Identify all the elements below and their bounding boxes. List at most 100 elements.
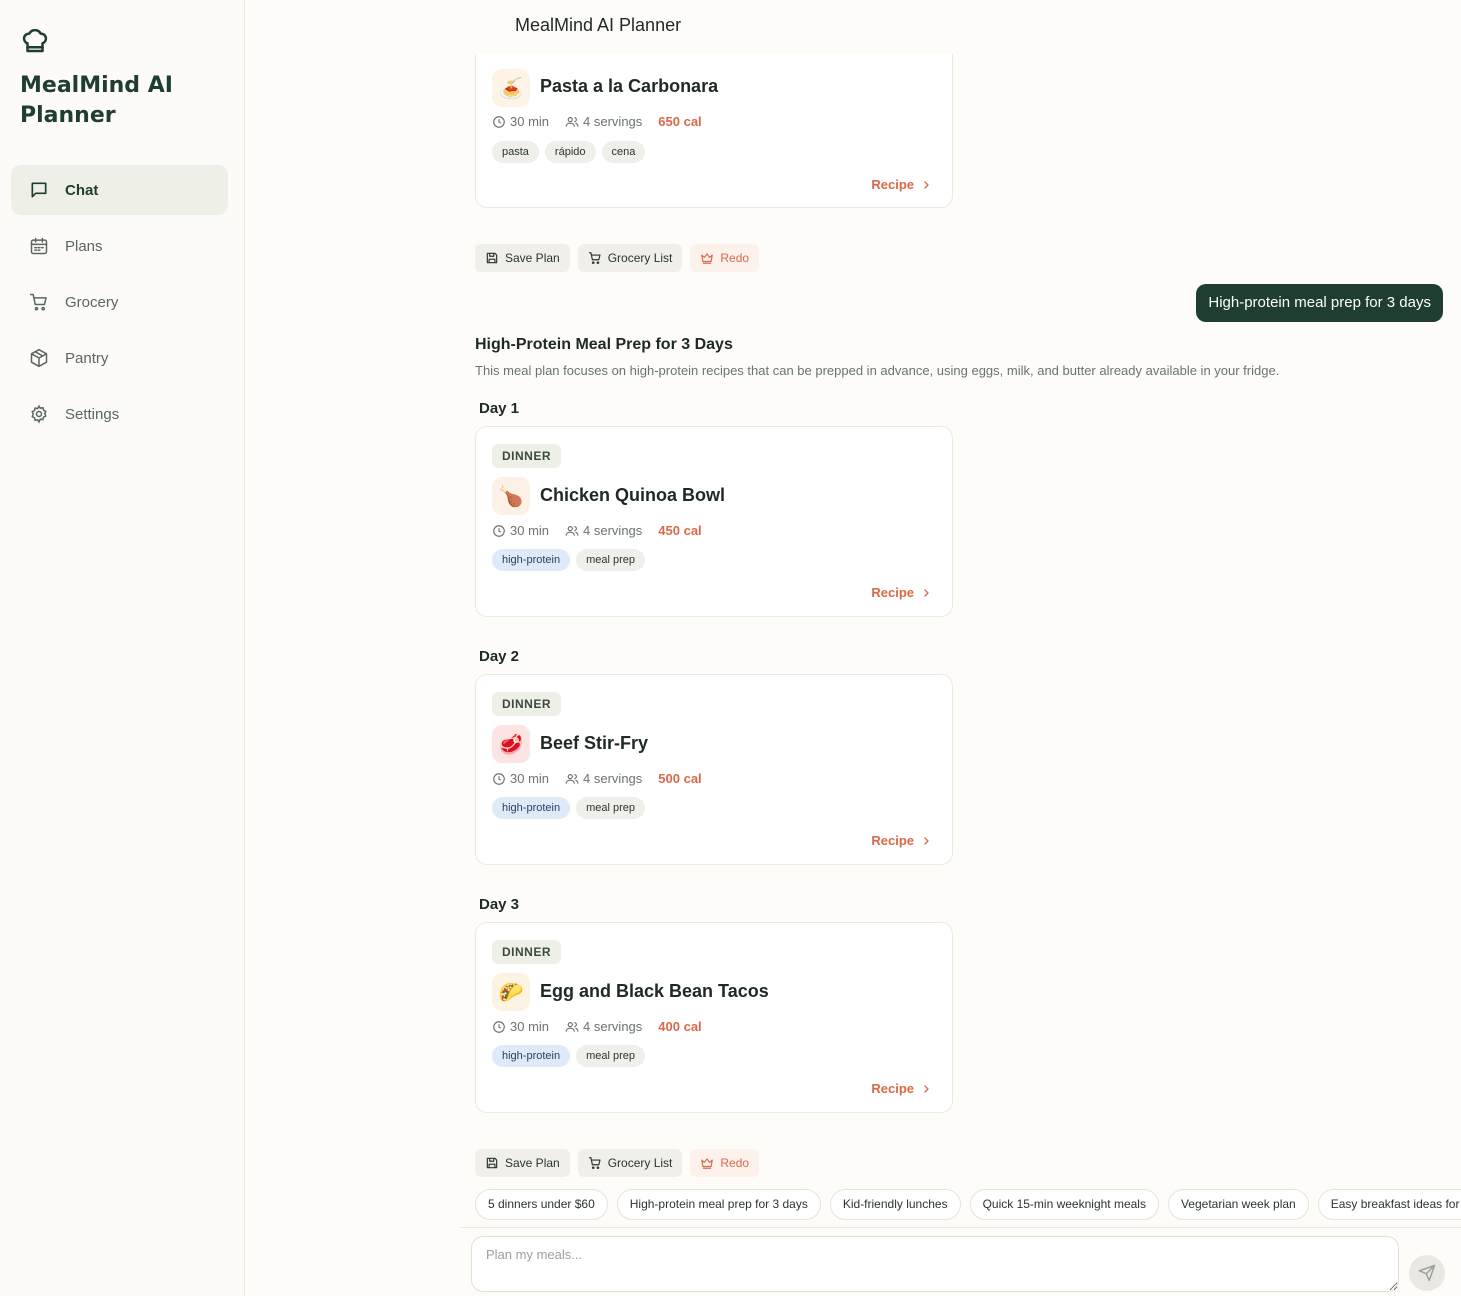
tag: meal prep: [576, 797, 646, 819]
tag: rápido: [544, 141, 596, 163]
divider: [460, 1227, 1461, 1228]
suggestion-chip[interactable]: Vegetarian week plan: [1167, 1189, 1309, 1220]
tag: pasta: [492, 141, 539, 163]
grocery-list-label: Grocery List: [607, 1156, 673, 1170]
users-icon: [565, 773, 579, 784]
save-icon: [486, 1157, 498, 1169]
crown-icon: [701, 1158, 714, 1169]
chef-hat-icon: [22, 28, 48, 53]
cart-icon: [29, 293, 47, 311]
grocery-list-label: Grocery List: [607, 251, 673, 265]
save-icon: [486, 252, 498, 264]
clock-icon: [493, 524, 505, 537]
clock-icon: [493, 1020, 505, 1033]
recipe-link-label: Recipe: [871, 585, 914, 600]
tag: high-protein: [492, 1045, 571, 1067]
recipe-link[interactable]: Recipe: [871, 833, 932, 848]
send-icon: [1418, 1264, 1436, 1282]
gear-icon: [31, 404, 47, 424]
day-label: Day 2: [479, 648, 520, 665]
tag: high-protein: [492, 549, 571, 571]
save-plan-button[interactable]: Save Plan: [475, 244, 570, 272]
meal-servings-value: 4 servings: [583, 114, 643, 129]
meal-calories: 400 cal: [658, 1019, 702, 1034]
redo-button[interactable]: Redo: [690, 244, 760, 272]
recipe-link[interactable]: Recipe: [871, 1081, 932, 1096]
meal-card: DINNER 🍗 Chicken Quinoa Bowl 30 min 4 se…: [475, 426, 953, 617]
meal-servings-value: 4 servings: [583, 1019, 643, 1034]
sidebar-item-plans[interactable]: Plans: [11, 221, 228, 271]
users-icon: [565, 116, 579, 127]
page-title: MealMind AI Planner: [515, 15, 682, 35]
suggestion-chip[interactable]: Quick 15-min weeknight meals: [969, 1189, 1159, 1220]
day-label: Day 1: [479, 400, 520, 417]
tag: meal prep: [576, 549, 646, 571]
crown-icon: [701, 253, 714, 264]
sidebar-item-label: Pantry: [65, 349, 109, 367]
save-plan-button[interactable]: Save Plan: [475, 1149, 570, 1177]
chat-icon: [31, 182, 47, 198]
meal-tags: pasta rápido cena: [492, 141, 651, 163]
grocery-list-button[interactable]: Grocery List: [577, 244, 683, 272]
grocery-list-button[interactable]: Grocery List: [577, 1149, 683, 1177]
meat-icon: 🥩: [492, 725, 530, 763]
meal-time-value: 30 min: [510, 771, 550, 786]
redo-button[interactable]: Redo: [690, 1149, 760, 1177]
meal-card: DINNER 🌮 Egg and Black Bean Tacos 30 min…: [475, 922, 953, 1113]
box-icon: [30, 348, 48, 368]
meal-time: 30 min: [492, 771, 549, 786]
tag: cena: [601, 141, 646, 163]
meal-tags: high-protein meal prep: [492, 1045, 651, 1067]
sidebar-item-settings[interactable]: Settings: [11, 389, 228, 439]
meal-servings: 4 servings: [565, 771, 642, 786]
cart-icon: [588, 1157, 601, 1170]
recipe-link[interactable]: Recipe: [871, 177, 932, 192]
suggestion-chip[interactable]: Kid-friendly lunches: [829, 1189, 961, 1220]
meal-servings: 4 servings: [565, 114, 642, 129]
recipe-link[interactable]: Recipe: [871, 585, 932, 600]
topbar: MealMind AI Planner: [245, 0, 1461, 54]
tag: meal prep: [576, 1045, 646, 1067]
meal-time-value: 30 min: [510, 114, 550, 129]
meal-type-badge: DINNER: [492, 444, 562, 468]
suggestion-chip[interactable]: 5 dinners under $60: [475, 1189, 608, 1220]
plan-description: This meal plan focuses on high-protein r…: [475, 363, 1280, 378]
sidebar-nav: Chat Plans Grocery Pantry Settings: [11, 165, 228, 445]
sidebar-item-grocery[interactable]: Grocery: [11, 277, 228, 327]
meal-title: Beef Stir-Fry: [540, 733, 649, 753]
recipe-link-label: Recipe: [871, 833, 914, 848]
sidebar-item-label: Settings: [65, 405, 120, 423]
suggestion-chips: 5 dinners under $60 High-protein meal pr…: [475, 1189, 1461, 1220]
brand: MealMind AI Planner: [20, 26, 220, 131]
save-plan-label: Save Plan: [505, 1156, 560, 1170]
sidebar-item-chat[interactable]: Chat: [11, 165, 228, 215]
redo-label: Redo: [720, 1156, 750, 1170]
sidebar-item-pantry[interactable]: Pantry: [11, 333, 228, 383]
chevron-right-icon: [924, 1084, 929, 1093]
meal-time: 30 min: [492, 523, 549, 538]
meal-meta: 30 min 4 servings 650 cal: [492, 114, 718, 129]
meal-type-badge: DINNER: [492, 940, 562, 964]
chat-main: 🍝 Pasta a la Carbonara 30 min 4 servings…: [245, 0, 1461, 1296]
user-message: High-protein meal prep for 3 days: [1196, 284, 1443, 322]
meal-meta: 30 min 4 servings 500 cal: [492, 771, 718, 786]
meal-title: Chicken Quinoa Bowl: [540, 485, 726, 505]
suggestion-chip[interactable]: Easy breakfast ideas for busy mornings: [1317, 1189, 1461, 1220]
users-icon: [565, 1021, 579, 1032]
poultry-leg-icon: 🍗: [492, 477, 530, 515]
send-button[interactable]: [1409, 1255, 1445, 1291]
recipe-link-label: Recipe: [871, 1081, 914, 1096]
meal-servings-value: 4 servings: [583, 523, 643, 538]
clock-icon: [493, 772, 505, 785]
chevron-right-icon: [924, 180, 929, 189]
meal-tags: high-protein meal prep: [492, 549, 651, 571]
meal-tags: high-protein meal prep: [492, 797, 651, 819]
meal-calories: 650 cal: [658, 114, 702, 129]
suggestion-chip[interactable]: High-protein meal prep for 3 days: [616, 1189, 821, 1220]
sidebar-item-label: Chat: [65, 181, 99, 199]
save-plan-label: Save Plan: [505, 251, 560, 265]
meal-title: Pasta a la Carbonara: [540, 76, 719, 96]
plan-title: High-Protein Meal Prep for 3 Days: [475, 336, 733, 353]
meal-type-badge: DINNER: [492, 692, 562, 716]
message-input[interactable]: [471, 1236, 1399, 1292]
